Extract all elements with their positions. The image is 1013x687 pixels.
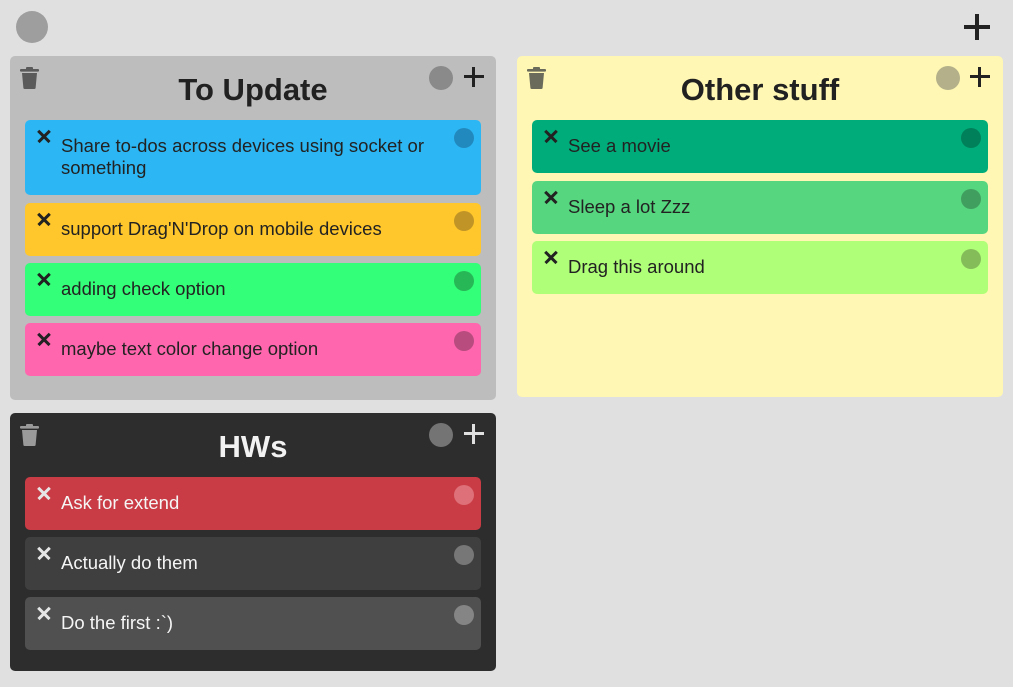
note-color-circle-icon[interactable] (454, 211, 474, 231)
note-color-circle-icon[interactable] (961, 189, 981, 209)
close-icon[interactable] (37, 129, 51, 143)
close-icon[interactable] (544, 250, 558, 264)
note-color-circle-icon[interactable] (454, 485, 474, 505)
note-text[interactable]: Share to-dos across devices using socket… (61, 135, 441, 179)
board-title: Other stuff (680, 72, 840, 107)
close-icon[interactable] (37, 212, 51, 226)
note-card[interactable]: Ask for extend (25, 477, 481, 530)
board-color-circle-icon[interactable] (936, 66, 960, 90)
board-title: HWs (218, 429, 288, 464)
note-card[interactable]: Sleep a lot Zzz (532, 181, 988, 234)
note-color-circle-icon[interactable] (454, 331, 474, 351)
note-text[interactable]: Actually do them (61, 552, 441, 574)
note-text[interactable]: See a movie (568, 135, 948, 157)
note-card[interactable]: See a movie (532, 120, 988, 173)
close-icon[interactable] (544, 129, 558, 143)
note-card[interactable]: support Drag'N'Drop on mobile devices (25, 203, 481, 256)
board-title: To Update (178, 72, 328, 107)
board-to-update: To Update Share to-dos across devices us… (10, 56, 496, 400)
note-card[interactable]: maybe text color change option (25, 323, 481, 376)
close-icon[interactable] (37, 546, 51, 560)
note-text[interactable]: adding check option (61, 278, 441, 300)
add-note-plus-icon[interactable] (463, 423, 485, 445)
note-text[interactable]: Sleep a lot Zzz (568, 196, 948, 218)
note-text[interactable]: Do the first :`) (61, 612, 441, 634)
note-card[interactable]: Actually do them (25, 537, 481, 590)
close-icon[interactable] (544, 190, 558, 204)
note-color-circle-icon[interactable] (961, 249, 981, 269)
note-text[interactable]: support Drag'N'Drop on mobile devices (61, 218, 441, 240)
note-text[interactable]: maybe text color change option (61, 338, 441, 360)
close-icon[interactable] (37, 486, 51, 500)
close-icon[interactable] (37, 272, 51, 286)
board-color-circle-icon[interactable] (429, 66, 453, 90)
color-picker-circle-icon[interactable] (16, 11, 48, 43)
note-card[interactable]: Do the first :`) (25, 597, 481, 650)
note-card[interactable]: Drag this around (532, 241, 988, 294)
note-text[interactable]: Drag this around (568, 256, 948, 278)
note-card[interactable]: Share to-dos across devices using socket… (25, 120, 481, 195)
note-color-circle-icon[interactable] (454, 271, 474, 291)
close-icon[interactable] (37, 332, 51, 346)
add-note-plus-icon[interactable] (463, 66, 485, 88)
note-color-circle-icon[interactable] (454, 545, 474, 565)
note-card[interactable]: adding check option (25, 263, 481, 316)
close-icon[interactable] (37, 606, 51, 620)
note-color-circle-icon[interactable] (454, 128, 474, 148)
add-board-plus-icon[interactable] (962, 12, 992, 42)
add-note-plus-icon[interactable] (969, 66, 991, 88)
note-text[interactable]: Ask for extend (61, 492, 441, 514)
board-other-stuff: Other stuff See a movie Sleep a lot Zzz … (517, 56, 1003, 397)
note-color-circle-icon[interactable] (961, 128, 981, 148)
board-hws: HWs Ask for extend Actually do them Do t… (10, 413, 496, 671)
board-color-circle-icon[interactable] (429, 423, 453, 447)
note-color-circle-icon[interactable] (454, 605, 474, 625)
